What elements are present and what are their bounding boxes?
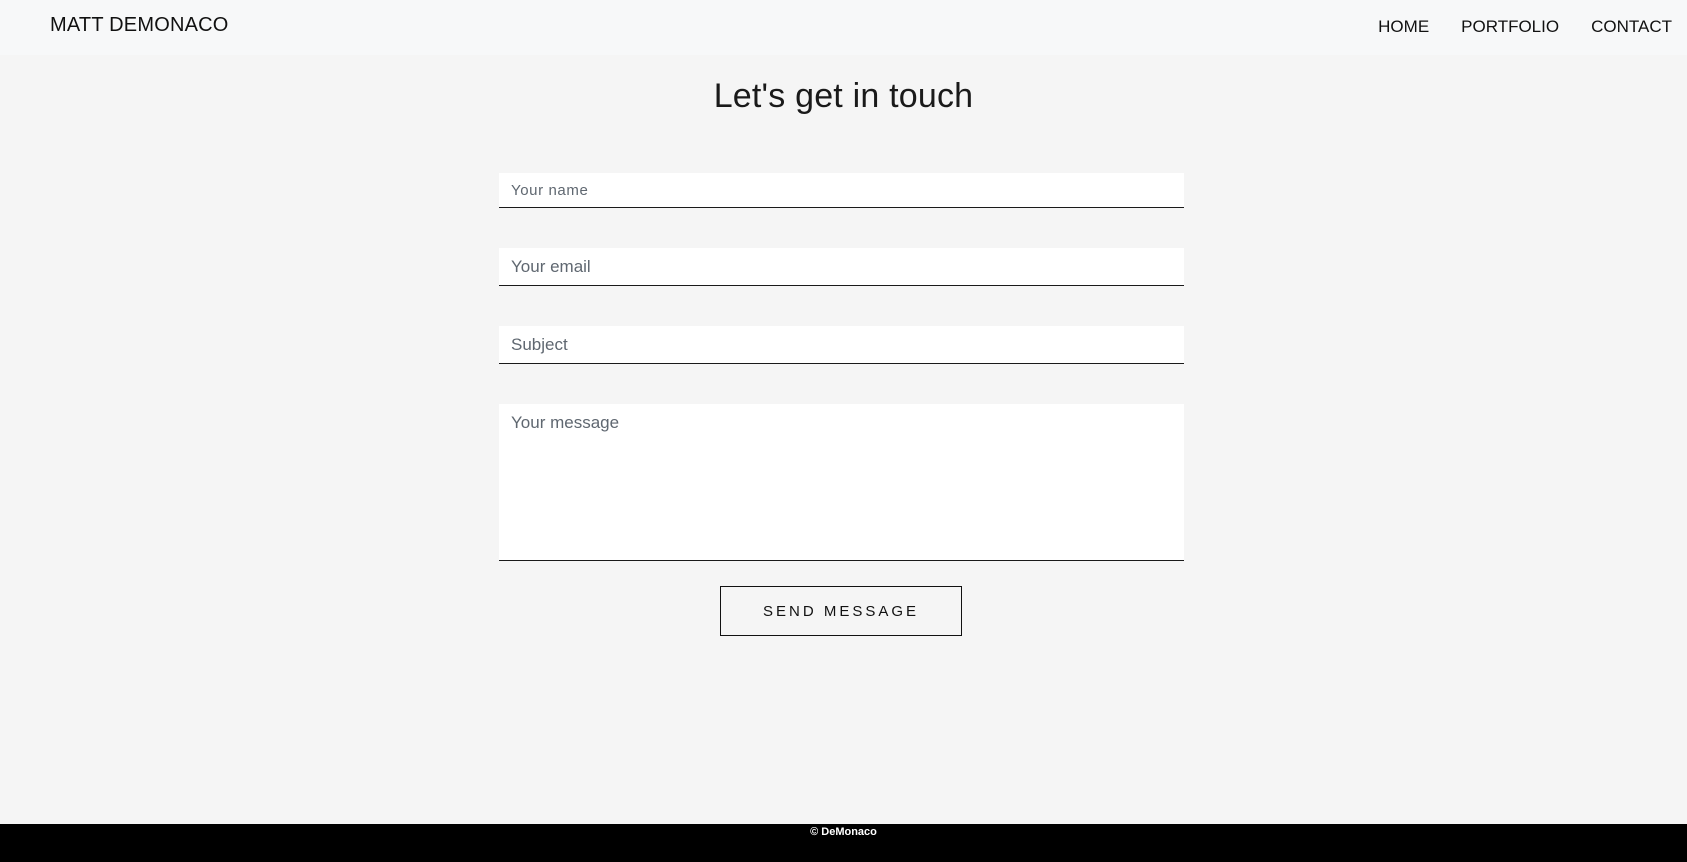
footer: © DeMonaco [0,824,1687,862]
navbar: MATT DEMONACO HOME PORTFOLIO CONTACT [0,0,1687,55]
subject-input[interactable] [499,326,1184,364]
nav-link-home[interactable]: HOME [1378,17,1429,37]
nav-link-contact[interactable]: CONTACT [1591,17,1672,37]
nav-link-portfolio[interactable]: PORTFOLIO [1461,17,1559,37]
name-input[interactable] [499,173,1184,208]
message-textarea[interactable] [499,404,1184,561]
send-message-button[interactable]: SEND MESSAGE [720,586,962,636]
brand-logo[interactable]: MATT DEMONACO [50,14,229,37]
email-input[interactable] [499,248,1184,286]
nav-links: HOME PORTFOLIO CONTACT [1346,17,1672,37]
footer-copyright: © DeMonaco [810,826,877,838]
page-title: Let's get in touch [713,77,974,115]
